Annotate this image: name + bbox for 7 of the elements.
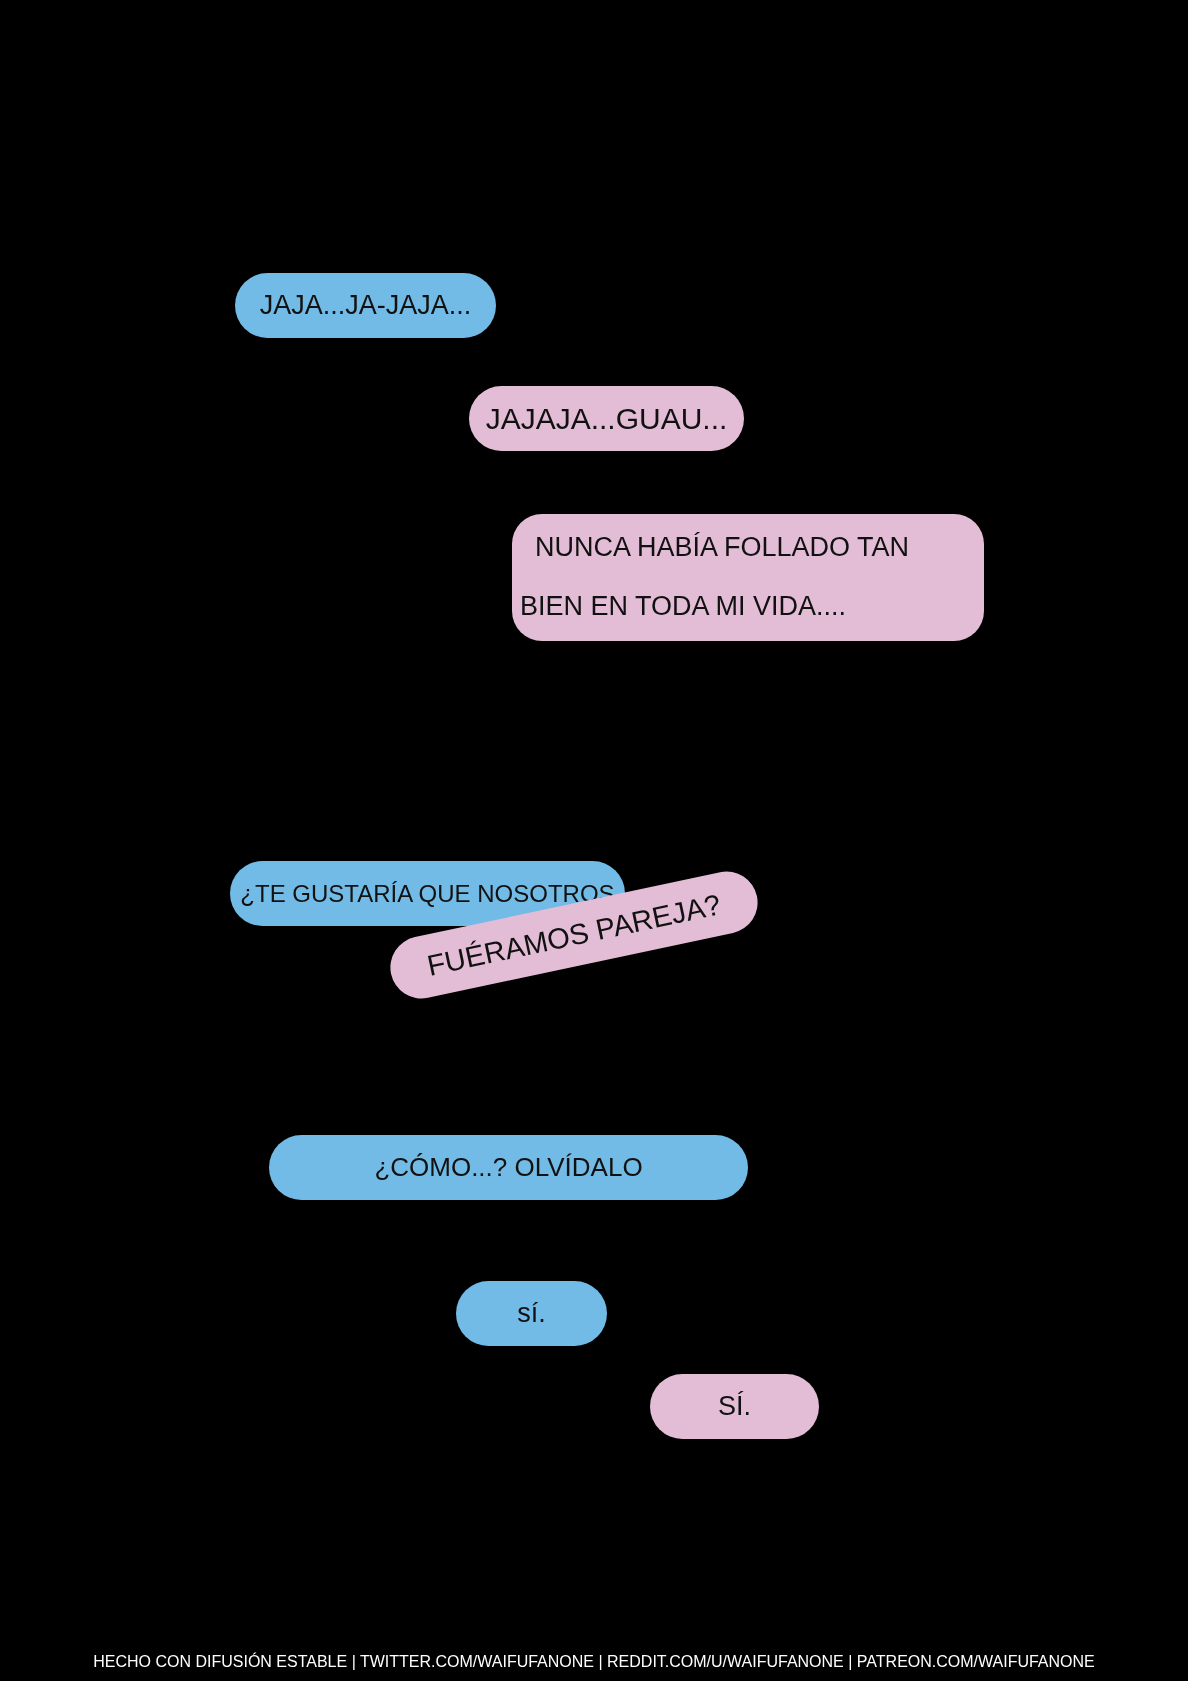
chat-bubble: NUNCA HABÍA FOLLADO TAN BIEN EN TODA MI VIDA....	[512, 514, 984, 641]
chat-bubble: JAJAJA...GUAU...	[469, 386, 744, 451]
credit-line: HECHO CON DIFUSIÓN ESTABLE | TWITTER.COM/WAIFUFANONE | REDDIT.COM/U/WAIFUFANONE | PATREON.COM/WAIFUFANONE	[93, 1651, 1095, 1672]
chat-bubble: SÍ.	[650, 1374, 819, 1439]
chat-bubble: JAJA...JA-JAJA...	[235, 273, 496, 338]
chat-bubble: ¿CÓMO...? OLVÍDALO	[269, 1135, 748, 1200]
chat-bubble: sí.	[456, 1281, 607, 1346]
